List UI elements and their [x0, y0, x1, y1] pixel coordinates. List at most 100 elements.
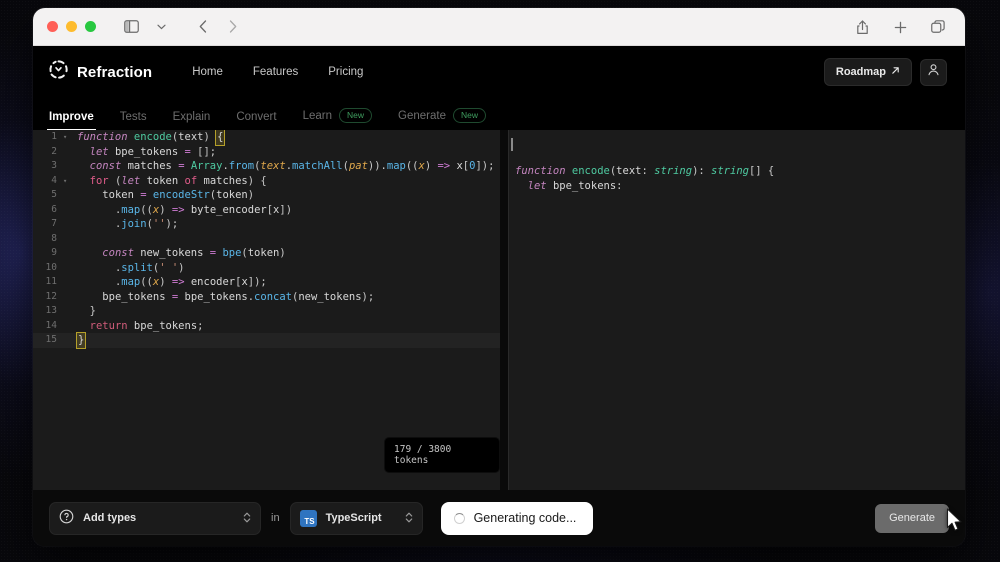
plus-icon[interactable]	[887, 15, 913, 39]
bottom-toolbar: Add types in TS TypeScript Generating co…	[33, 490, 965, 546]
chevron-left-icon[interactable]	[190, 15, 216, 39]
brand-name: Refraction	[77, 63, 153, 81]
code-line: 2 let bpe_tokens = [];	[33, 145, 500, 160]
language-selector[interactable]: TS TypeScript	[289, 501, 423, 535]
status-label: Generating code...	[473, 511, 577, 525]
action-selector-label: Add types	[83, 512, 137, 524]
line-number: 8	[51, 232, 57, 244]
code-line: 12 bpe_tokens = bpe_tokens.concat(new_to…	[33, 290, 500, 305]
fold-arrow-icon[interactable]: ▾	[63, 130, 71, 145]
browser-nav-group	[118, 15, 246, 39]
code-line-active: 15 }	[33, 332, 500, 349]
line-number: 13	[45, 305, 57, 316]
tab-generate-label: Generate	[398, 109, 446, 122]
sidebar-icon[interactable]	[118, 15, 144, 39]
code-line: let bpe_tokens:	[527, 179, 623, 192]
fold-arrow-icon[interactable]: ▾	[63, 174, 71, 189]
line-number: 7	[51, 218, 57, 229]
window-traffic-lights	[47, 21, 96, 32]
chevron-down-icon[interactable]	[148, 15, 174, 39]
nav-link-features[interactable]: Features	[253, 66, 298, 78]
tab-tests[interactable]: Tests	[120, 111, 147, 130]
close-window-button[interactable]	[47, 21, 58, 32]
code-line: 10 .split(' ')	[33, 261, 500, 276]
chevron-up-down-icon	[243, 511, 251, 526]
output-caret	[511, 138, 513, 151]
tab-convert-label: Convert	[236, 111, 277, 123]
zoom-window-button[interactable]	[85, 21, 96, 32]
code-line: 7 .join('');	[33, 217, 500, 232]
editor-area: 1 ▾ function encode(text) { 2 let bpe_to…	[33, 130, 965, 490]
chevron-right-icon[interactable]	[220, 15, 246, 39]
output-code-lines: function encode(text: string): string[] …	[509, 164, 965, 193]
minimize-window-button[interactable]	[66, 21, 77, 32]
line-number: 6	[51, 203, 57, 215]
browser-actions-group	[849, 8, 951, 46]
nav-link-home[interactable]: Home	[192, 66, 223, 78]
code-line: 11 .map((x) => encoder[x]);	[33, 275, 500, 290]
code-line: 13 }	[33, 304, 500, 319]
share-icon[interactable]	[849, 15, 875, 39]
spinner-icon	[453, 512, 465, 524]
source-code-editor[interactable]: 1 ▾ function encode(text) { 2 let bpe_to…	[33, 130, 500, 490]
app-header: Refraction Home Features Pricing Roadmap	[33, 46, 965, 98]
brand-logo-group[interactable]: Refraction	[49, 60, 152, 84]
refraction-logo-icon	[49, 60, 68, 84]
source-code-lines: 1 ▾ function encode(text) { 2 let bpe_to…	[33, 130, 500, 349]
account-button[interactable]	[920, 58, 947, 86]
code-line: 14 return bpe_tokens;	[33, 319, 500, 334]
tab-improve[interactable]: Improve	[47, 111, 96, 131]
line-number: 9	[51, 247, 57, 258]
status-pill: Generating code...	[440, 501, 594, 535]
user-icon	[927, 63, 940, 81]
line-number: 12	[45, 290, 57, 302]
line-number: 2	[51, 145, 57, 157]
tab-improve-label: Improve	[49, 111, 94, 123]
token-counter-badge: 179 / 3800 tokens	[384, 437, 500, 473]
line-number: 5	[51, 189, 57, 200]
in-label: in	[271, 512, 280, 524]
tab-explain-label: Explain	[172, 111, 211, 123]
tab-tests-label: Tests	[119, 111, 147, 123]
tab-generate-new-badge: New	[452, 108, 486, 123]
line-number: 15	[45, 334, 57, 345]
tab-explain[interactable]: Explain	[173, 111, 211, 130]
main-nav: Home Features Pricing	[192, 66, 363, 78]
mode-tab-bar: Improve Tests Explain Convert Learn New …	[33, 98, 965, 131]
code-line: 5 token = encodeStr(token)	[33, 188, 500, 203]
tab-learn-new-badge: New	[339, 108, 373, 123]
line-number: 3	[51, 160, 57, 171]
code-line: 3 const matches = Array.from(text.matchA…	[33, 159, 500, 174]
tabs-icon[interactable]	[925, 15, 951, 39]
typescript-icon: TS	[299, 509, 317, 527]
roadmap-button[interactable]: Roadmap	[823, 58, 912, 86]
line-number: 1	[51, 131, 57, 142]
line-number: 14	[45, 319, 57, 331]
tab-learn-label: Learn	[302, 109, 333, 122]
line-number: 11	[45, 276, 57, 287]
question-circle-icon	[59, 509, 74, 527]
line-number: 10	[45, 261, 57, 273]
tab-convert[interactable]: Convert	[236, 111, 276, 130]
tab-learn[interactable]: Learn New	[302, 108, 373, 130]
output-code-editor[interactable]: function encode(text: string): string[] …	[509, 130, 965, 490]
external-link-icon	[891, 66, 900, 78]
code-line: 4 ▾ for (let token of matches) {	[33, 174, 500, 189]
action-selector[interactable]: Add types	[49, 501, 261, 535]
generate-button[interactable]: Generate	[875, 503, 949, 533]
tab-generate[interactable]: Generate New	[398, 108, 486, 130]
generate-button-label: Generate	[889, 512, 935, 524]
code-line: 6 .map((x) => byte_encoder[x])	[33, 203, 500, 218]
code-line: 8	[33, 232, 500, 247]
nav-link-pricing[interactable]: Pricing	[328, 66, 363, 78]
browser-toolbar	[33, 8, 965, 46]
header-actions: Roadmap	[823, 58, 947, 86]
roadmap-label: Roadmap	[835, 66, 886, 78]
code-line: 1 ▾ function encode(text) {	[33, 130, 500, 146]
chevron-up-down-icon	[405, 511, 413, 526]
language-selector-label: TypeScript	[325, 512, 382, 524]
code-line: 9 const new_tokens = bpe(token)	[33, 246, 500, 261]
line-number: 4	[51, 174, 57, 186]
code-line: function encode(text: string): string[] …	[515, 165, 775, 177]
browser-window: Refraction Home Features Pricing Roadmap	[33, 8, 965, 546]
